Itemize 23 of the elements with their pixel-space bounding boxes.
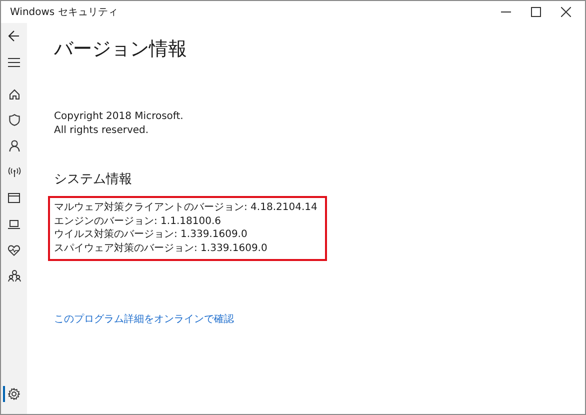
back-icon[interactable] — [8, 30, 20, 42]
shield-icon[interactable] — [8, 114, 20, 126]
browser-window-icon[interactable] — [8, 193, 20, 203]
version-text: エンジンのバージョン: 1.1.18100.6 — [54, 214, 222, 228]
close-icon[interactable] — [561, 7, 571, 17]
heart-icon[interactable] — [8, 244, 20, 256]
settings-icon[interactable] — [8, 388, 20, 400]
copyright-text: All rights reserved. — [54, 124, 150, 137]
antenna-icon[interactable] — [8, 167, 20, 177]
version-text: マルウェア対策クライアントのバージョン: 4.18.2104.14 — [54, 201, 318, 214]
laptop-icon[interactable] — [8, 220, 20, 228]
home-icon[interactable] — [8, 88, 20, 100]
section-heading: システム情報 — [54, 171, 132, 189]
page-title: バージョン情報 — [54, 37, 187, 61]
person-icon[interactable] — [8, 140, 20, 152]
version-text: スパイウェア対策のバージョン: 1.339.1609.0 — [54, 242, 268, 255]
version-text: ウイルス対策のバージョン: 1.339.1609.0 — [54, 228, 248, 242]
details-link[interactable]: このプログラム詳細をオンラインで確認 — [54, 312, 234, 326]
copyright-text: Copyright 2018 Microsoft. — [54, 110, 184, 124]
window-title: Windows セキュリティ — [10, 6, 118, 19]
family-icon[interactable] — [8, 270, 20, 282]
maximize-icon[interactable] — [531, 7, 541, 17]
menu-icon[interactable] — [8, 58, 20, 66]
